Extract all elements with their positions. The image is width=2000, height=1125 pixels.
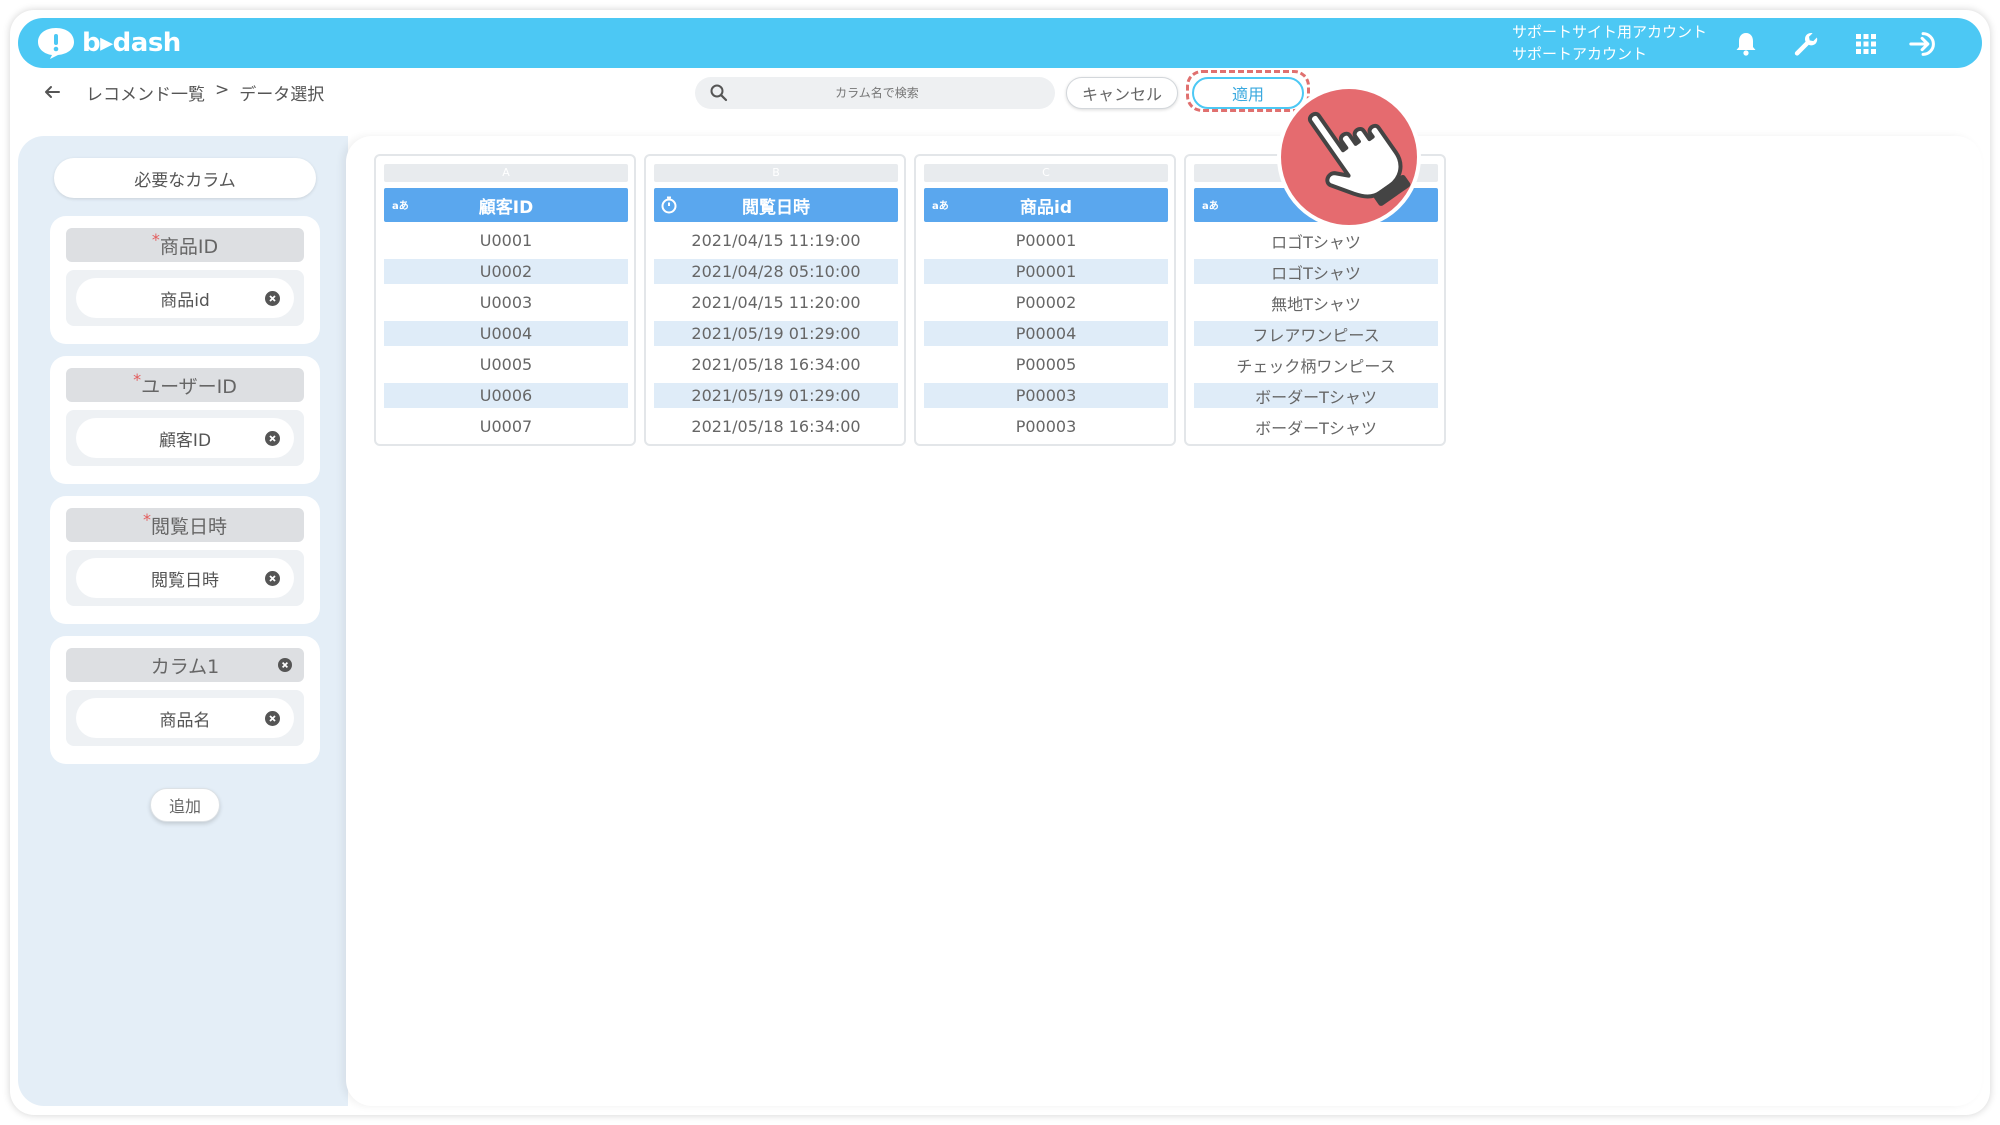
card-drop-zone[interactable]: 商品名 — [66, 690, 304, 746]
remove-icon[interactable] — [265, 571, 280, 586]
mapped-column-name: 商品名 — [159, 710, 211, 731]
card-header: * ユーザーID — [66, 368, 304, 402]
top-bar: b▸dash サポートサイト用アカウント サポートアカウント — [18, 18, 1982, 68]
table-cell: 2021/04/28 05:10:00 — [654, 259, 898, 284]
mapped-column-name: 顧客ID — [158, 430, 212, 451]
table-cell: ロゴTシャツ — [1194, 259, 1438, 284]
bell-icon[interactable] — [1730, 28, 1762, 60]
table-cell: 2021/05/19 01:29:00 — [654, 321, 898, 346]
table-cell: 無地Tシャツ — [1271, 294, 1361, 314]
card-label: カラム1 — [150, 655, 220, 678]
logo-text: b▸dash — [82, 28, 181, 58]
table-cell: P00004 — [924, 321, 1168, 346]
mapped-column-name: 閲覧日時 — [151, 570, 219, 591]
column-name: 顧客ID — [478, 197, 534, 218]
timer-icon — [661, 196, 677, 214]
table-cell: U0003 — [479, 293, 533, 312]
data-column-b[interactable]: B 閲覧日時 2021/04/15 11:19:00 2021/04/28 05… — [644, 154, 906, 446]
cancel-button[interactable]: キャンセル — [1066, 77, 1178, 109]
mapped-column-pill[interactable]: 商品id — [76, 278, 294, 318]
grid-icon[interactable] — [1850, 28, 1882, 60]
table-cell: P00005 — [1015, 355, 1077, 374]
required-mark: * — [133, 369, 142, 389]
table-cell: フレアワンピース — [1194, 321, 1438, 346]
back-arrow-icon[interactable] — [40, 80, 64, 104]
mapping-card-user-id: * ユーザーID 顧客ID — [50, 356, 320, 484]
account-info[interactable]: サポートサイト用アカウント サポートアカウント — [1512, 21, 1707, 65]
mapped-column-pill[interactable]: 顧客ID — [76, 418, 294, 458]
required-mark: * — [151, 229, 160, 249]
mapped-column-name: 商品id — [160, 290, 210, 311]
table-cell: U0002 — [384, 259, 628, 284]
breadcrumb-separator: > — [215, 80, 230, 100]
table-cell: チェック柄ワンピース — [1236, 356, 1396, 376]
table-cell: P00003 — [924, 383, 1168, 408]
table-cell: U0001 — [479, 231, 533, 250]
logout-icon[interactable] — [1908, 28, 1940, 60]
search-icon — [710, 84, 728, 102]
table-cell: 2021/05/18 16:34:00 — [691, 417, 861, 436]
remove-icon[interactable] — [265, 291, 280, 306]
column-name: 商品id — [1020, 197, 1072, 218]
mapped-column-pill[interactable]: 閲覧日時 — [76, 558, 294, 598]
text-type-icon: aあ — [932, 201, 949, 212]
table-cell: U0007 — [479, 417, 533, 436]
card-label: 商品ID — [159, 235, 219, 258]
table-cell: U0004 — [384, 321, 628, 346]
remove-icon[interactable] — [265, 431, 280, 446]
table-cell: U0005 — [479, 355, 533, 374]
card-drop-zone[interactable]: 閲覧日時 — [66, 550, 304, 606]
card-drop-zone[interactable]: 商品id — [66, 270, 304, 326]
required-mark: * — [142, 509, 151, 529]
table-cell: ボーダーTシャツ — [1255, 418, 1377, 438]
card-header: * 閲覧日時 — [66, 508, 304, 542]
column-letter: C — [924, 164, 1168, 182]
card-header: カラム1 — [66, 648, 304, 682]
column-letter: B — [654, 164, 898, 182]
text-type-icon: aあ — [1202, 201, 1219, 212]
logo-bubble-icon — [38, 28, 74, 59]
wrench-icon[interactable] — [1790, 28, 1822, 60]
table-cell: P00001 — [924, 259, 1168, 284]
breadcrumb-current: データ選択 — [239, 85, 325, 105]
mapping-card-view-time: * 閲覧日時 閲覧日時 — [50, 496, 320, 624]
table-cell: U0006 — [384, 383, 628, 408]
mapping-card-product-id: * 商品ID 商品id — [50, 216, 320, 344]
column-name: 閲覧日時 — [742, 197, 810, 218]
table-cell: 2021/04/15 11:20:00 — [691, 293, 861, 312]
column-letter: A — [384, 164, 628, 182]
remove-icon[interactable] — [265, 711, 280, 726]
add-column-button[interactable]: 追加 — [150, 788, 220, 822]
card-header: * 商品ID — [66, 228, 304, 262]
table-cell: 2021/05/19 01:29:00 — [654, 383, 898, 408]
card-drop-zone[interactable]: 顧客ID — [66, 410, 304, 466]
table-cell: 2021/05/18 16:34:00 — [691, 355, 861, 374]
breadcrumb-parent[interactable]: レコメンド一覧 — [86, 80, 205, 105]
column-header[interactable]: aあ 顧客ID — [384, 188, 628, 222]
data-column-a[interactable]: A aあ 顧客ID U0001 U0002 U0003 U0004 U0005 … — [374, 154, 636, 446]
column-header[interactable]: aあ 商品id — [924, 188, 1168, 222]
table-cell: P00001 — [1015, 231, 1077, 250]
column-header[interactable]: 閲覧日時 — [654, 188, 898, 222]
card-label: 閲覧日時 — [150, 515, 227, 538]
breadcrumb: レコメンド一覧 > データ選択 — [86, 80, 324, 105]
mapping-card-column1: カラム1 商品名 — [50, 636, 320, 764]
table-cell: ロゴTシャツ — [1271, 232, 1361, 252]
card-label: ユーザーID — [141, 375, 237, 398]
bdash-logo[interactable]: b▸dash — [36, 24, 181, 62]
table-cell: P00003 — [1015, 417, 1077, 436]
remove-card-icon[interactable] — [278, 658, 292, 672]
table-cell: ボーダーTシャツ — [1194, 383, 1438, 408]
table-cell: P00002 — [1015, 293, 1077, 312]
mapped-column-pill[interactable]: 商品名 — [76, 698, 294, 738]
required-columns-title: 必要なカラム — [54, 158, 316, 198]
account-line2: サポートアカウント — [1512, 45, 1648, 63]
data-column-c[interactable]: C aあ 商品id P00001 P00001 P00002 P00004 P0… — [914, 154, 1176, 446]
text-type-icon: aあ — [392, 201, 409, 212]
table-cell: 2021/04/15 11:19:00 — [691, 231, 861, 250]
search-input[interactable] — [729, 86, 1025, 100]
column-search[interactable] — [695, 77, 1055, 109]
account-line1: サポートサイト用アカウント — [1512, 23, 1708, 41]
pointing-hand-icon — [1277, 85, 1421, 229]
